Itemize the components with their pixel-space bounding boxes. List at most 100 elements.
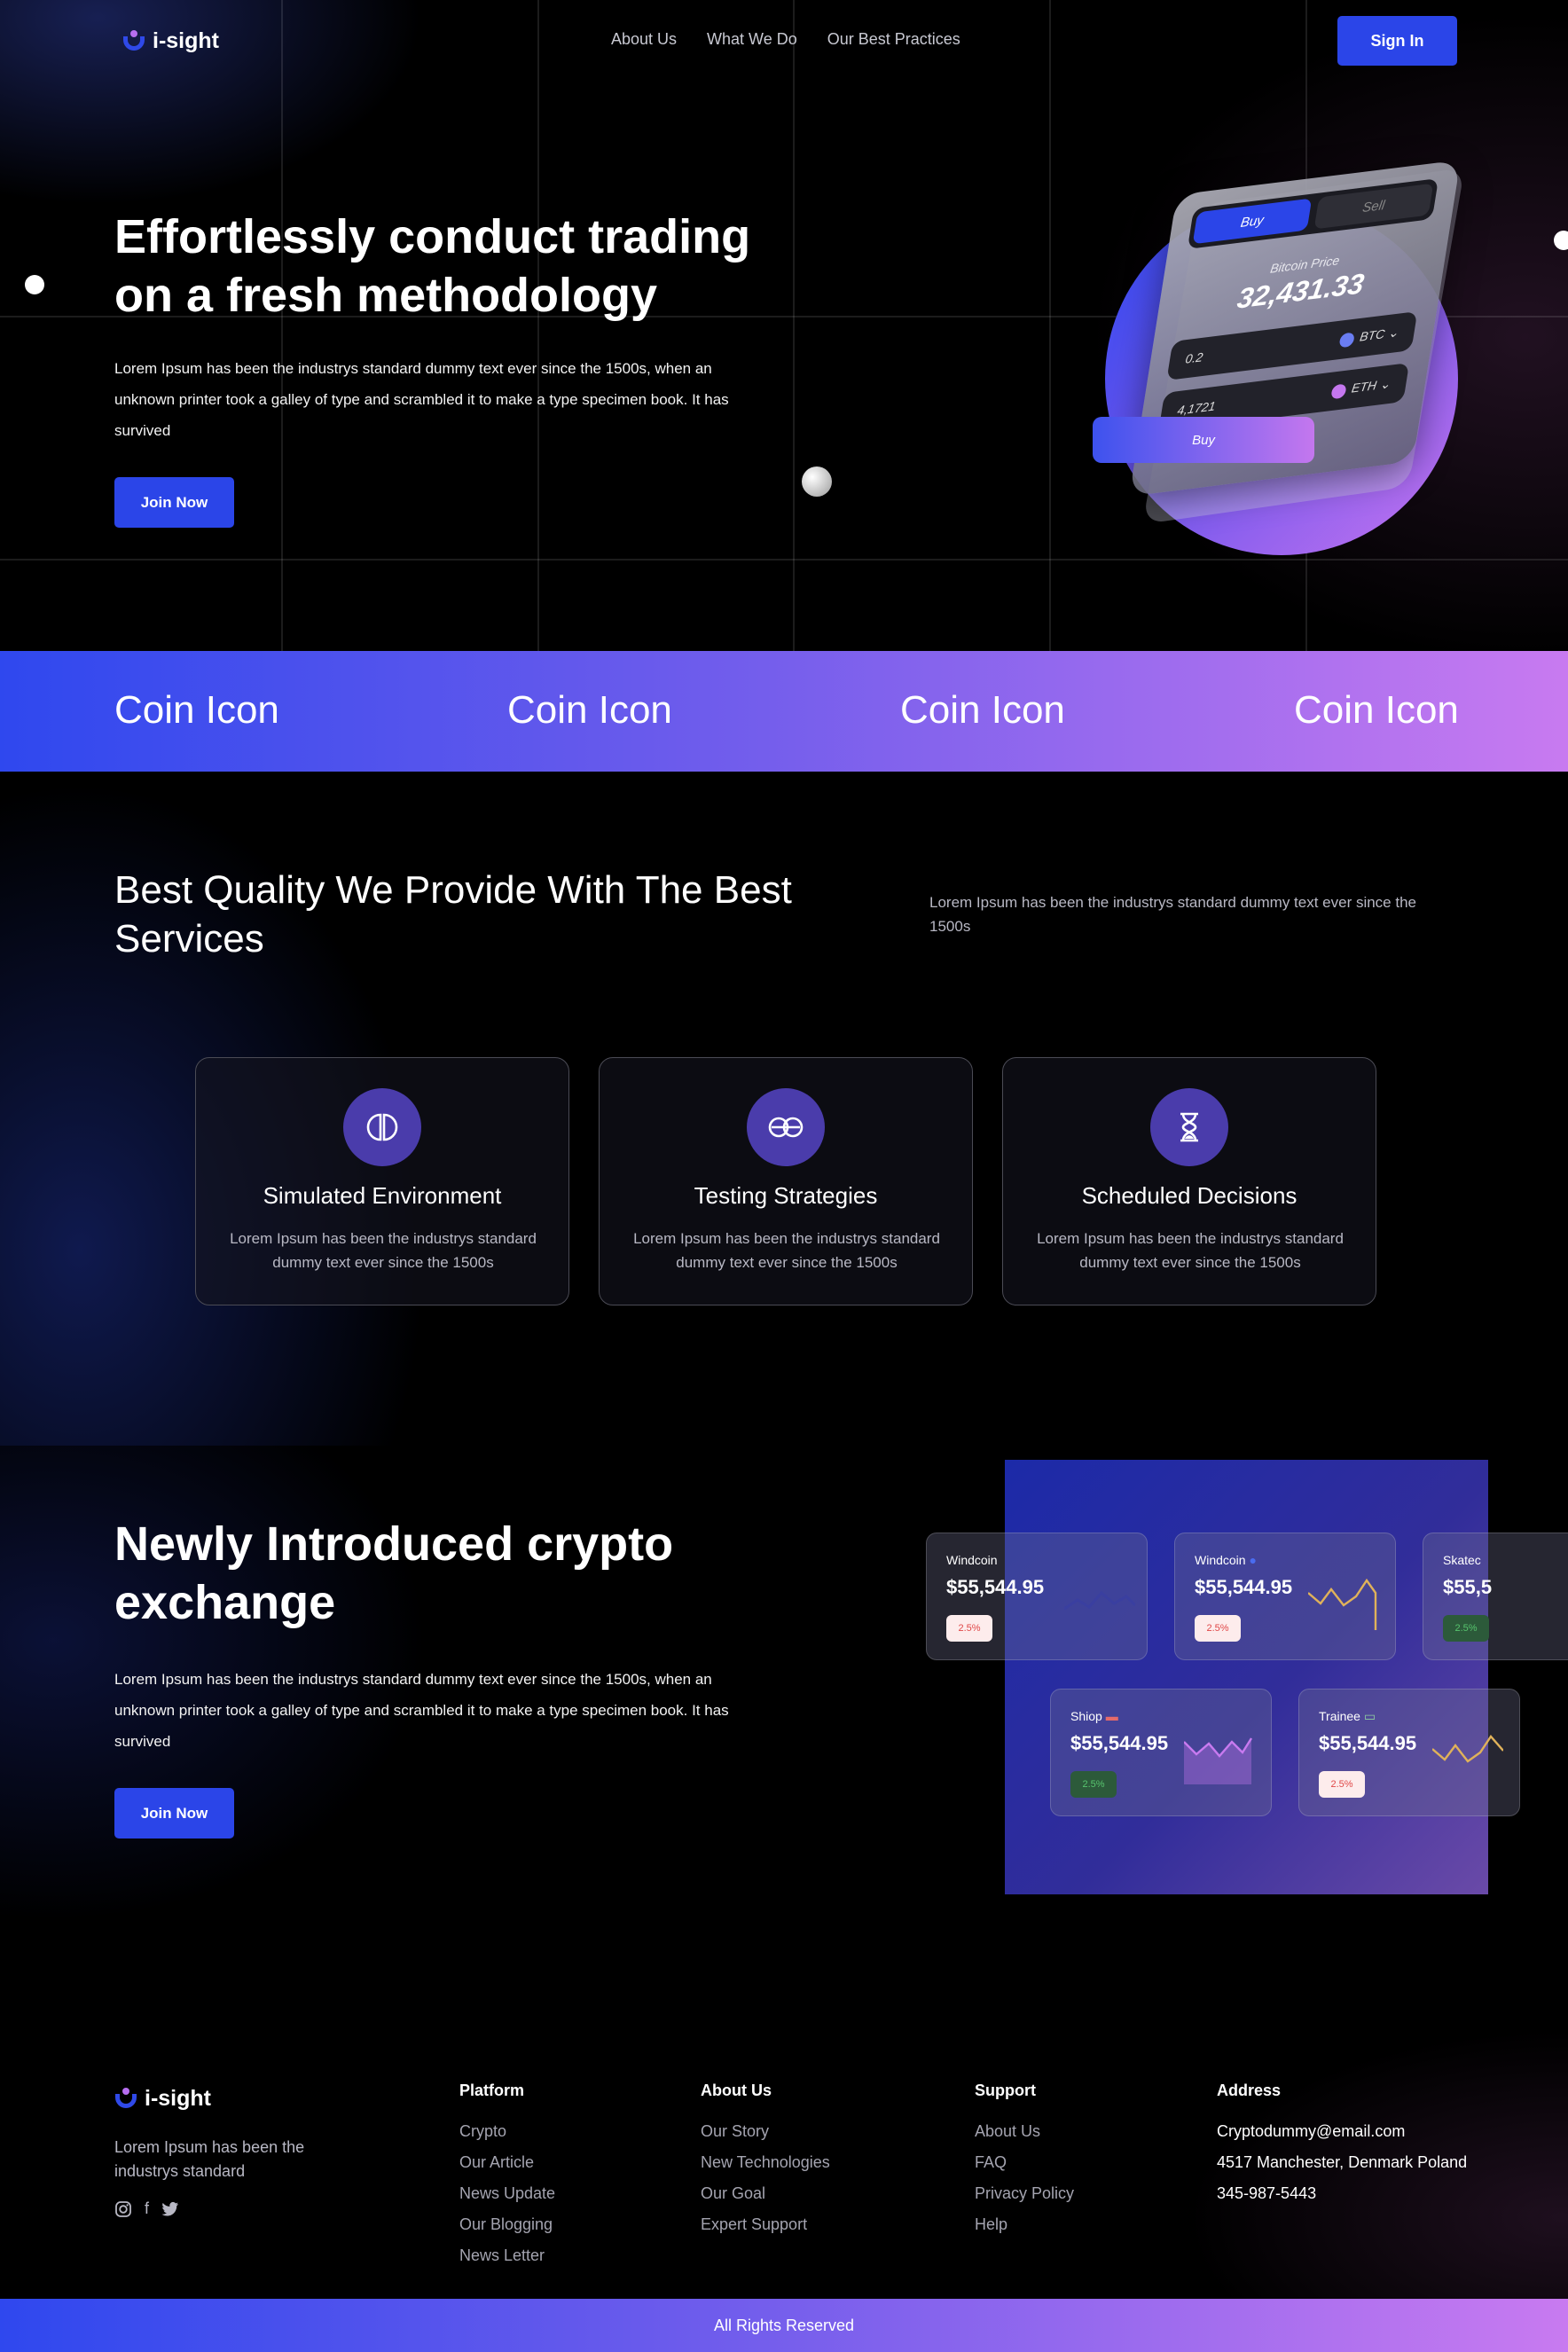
sparkline (1064, 1590, 1135, 1611)
btc-coin-icon (1338, 331, 1356, 348)
facebook-icon[interactable]: f (145, 2199, 149, 2218)
footer-brand-logo[interactable]: i-sight (114, 2086, 211, 2112)
service-card-scheduled[interactable]: Scheduled Decisions Lorem Ipsum has been… (1002, 1057, 1376, 1305)
ticker-change-badge: 2.5% (1070, 1771, 1117, 1798)
grid-line (281, 0, 283, 651)
ticker-change-badge: 2.5% (1195, 1615, 1241, 1642)
site-footer: i-sight Lorem Ipsum has been the industr… (0, 1951, 1568, 2299)
ticker-card[interactable]: Skatec $55,5 2.5% (1423, 1533, 1568, 1660)
footer-link[interactable]: Crypto (459, 2116, 555, 2147)
nav-best-practices[interactable]: Our Best Practices (827, 30, 960, 49)
join-now-button[interactable]: Join Now (114, 1788, 234, 1838)
tab-buy[interactable]: Buy (1192, 198, 1313, 245)
service-desc: Lorem Ipsum has been the industrys stand… (230, 1230, 537, 1271)
social-links: f (114, 2199, 179, 2218)
copyright-bar: All Rights Reserved (0, 2299, 1568, 2352)
ticker-name: Shiop ▬ (1070, 1709, 1118, 1723)
footer-phone[interactable]: 345-987-5443 (1217, 2178, 1467, 2209)
footer-heading-platform: Platform (459, 2082, 525, 2099)
grid-line (793, 0, 795, 651)
footer-heading-support: Support (975, 2082, 1036, 2099)
footer-link[interactable]: Our Story (701, 2116, 830, 2147)
footer-link[interactable]: Our Article (459, 2147, 555, 2178)
decor-sphere (802, 466, 832, 497)
footer-heading-about: About Us (701, 2082, 772, 2099)
main-nav: About Us What We Do Our Best Practices (611, 30, 960, 49)
decor-dot (1554, 231, 1568, 250)
chevron-down-icon: ⌄ (1386, 325, 1400, 341)
service-title: Testing Strategies (694, 1182, 878, 1209)
footer-link[interactable]: Expert Support (701, 2209, 830, 2240)
split-circle-icon (343, 1088, 421, 1166)
services-text: Lorem Ipsum has been the industrys stand… (929, 894, 1416, 935)
footer-link[interactable]: Our Goal (701, 2178, 830, 2209)
footer-link[interactable]: FAQ (975, 2147, 1074, 2178)
services-section: Best Quality We Provide With The Best Se… (0, 772, 1568, 1446)
service-title: Simulated Environment (263, 1182, 502, 1209)
logo-icon (122, 29, 145, 53)
infinity-icon (747, 1088, 825, 1166)
footer-link[interactable]: Help (975, 2209, 1074, 2240)
ticker-price: $55,544.95 (946, 1576, 1045, 1598)
footer-link[interactable]: Our Blogging (459, 2209, 555, 2240)
ticker-price: $55,544.95 (1319, 1732, 1417, 1754)
footer-tagline: Lorem Ipsum has been the industrys stand… (114, 2138, 305, 2180)
instagram-icon[interactable] (114, 2200, 132, 2218)
coin-icon-label: Coin Icon (114, 688, 279, 732)
hero-section: i-sight About Us What We Do Our Best Pra… (0, 0, 1568, 651)
nav-what-we-do[interactable]: What We Do (707, 30, 797, 49)
sign-in-button[interactable]: Sign In (1337, 16, 1457, 66)
ticker-name: Windcoin ● (1195, 1553, 1257, 1567)
eth-coin-icon (1330, 382, 1348, 399)
footer-link[interactable]: News Letter (459, 2240, 555, 2271)
footer-link[interactable]: New Technologies (701, 2147, 830, 2178)
service-title: Scheduled Decisions (1081, 1182, 1298, 1209)
footer-heading-address: Address (1217, 2082, 1282, 2099)
brand-logo[interactable]: i-sight (122, 28, 219, 54)
nav-about-us[interactable]: About Us (611, 30, 677, 49)
footer-link[interactable]: News Update (459, 2178, 555, 2209)
tab-sell[interactable]: Sell (1313, 183, 1434, 230)
exchange-title: Newly Introduced crypto exchange (114, 1517, 674, 1629)
service-card-testing[interactable]: Testing Strategies Lorem Ipsum has been … (599, 1057, 973, 1305)
twitter-icon[interactable] (161, 2201, 179, 2217)
footer-email[interactable]: Cryptodummy@email.com (1217, 2116, 1467, 2147)
footer-street: 4517 Manchester, Denmark Poland (1217, 2153, 1468, 2171)
coin-icon-label: Coin Icon (507, 688, 672, 732)
brand-name: i-sight (153, 28, 219, 53)
ticker-price: $55,5 (1443, 1576, 1493, 1598)
card-buy-button[interactable]: Buy (1093, 417, 1314, 463)
services-title: Best Quality We Provide With The Best Se… (114, 868, 792, 960)
footer-address: Cryptodummy@email.com 4517 Manchester, D… (1217, 2116, 1467, 2209)
ticker-card[interactable]: Windcoin ● $55,544.95 2.5% (1174, 1533, 1396, 1660)
eth-label: ETH (1350, 378, 1378, 396)
logo-icon (114, 2087, 137, 2111)
footer-link[interactable]: Privacy Policy (975, 2178, 1074, 2209)
coin-band: Coin Icon Coin Icon Coin Icon Coin Icon (0, 651, 1568, 772)
ticker-card[interactable]: Shiop ▬ $55,544.95 2.5% (1050, 1689, 1272, 1816)
decor-dot (25, 275, 44, 294)
sparkline (1308, 1578, 1377, 1630)
ticker-name: Windcoin (946, 1553, 998, 1567)
footer-support-links: About Us FAQ Privacy Policy Help (975, 2116, 1074, 2240)
service-desc: Lorem Ipsum has been the industrys stand… (1037, 1230, 1344, 1271)
chevron-down-icon: ⌄ (1378, 376, 1392, 393)
coin-icon-label: Coin Icon (1294, 688, 1459, 732)
service-desc: Lorem Ipsum has been the industrys stand… (633, 1230, 940, 1271)
sparkline (1432, 1735, 1503, 1763)
exchange-section: Newly Introduced crypto exchange Lorem I… (0, 1446, 1568, 1951)
hero-text: Lorem Ipsum has been the industrys stand… (114, 360, 729, 439)
ticker-panel (1005, 1460, 1488, 1894)
service-card-simulated[interactable]: Simulated Environment Lorem Ipsum has be… (195, 1057, 569, 1305)
ticker-card[interactable]: Trainee ▭ $55,544.95 2.5% (1298, 1689, 1520, 1816)
grid-line (537, 0, 539, 651)
ticker-card[interactable]: Windcoin $55,544.95 2.5% (926, 1533, 1148, 1660)
ticker-change-badge: 2.5% (946, 1615, 992, 1642)
exchange-text: Lorem Ipsum has been the industrys stand… (114, 1671, 729, 1750)
ticker-change-badge: 2.5% (1443, 1615, 1489, 1642)
ticker-name: Trainee ▭ (1319, 1709, 1376, 1723)
btc-label: BTC (1359, 326, 1386, 344)
footer-link[interactable]: About Us (975, 2116, 1074, 2147)
join-now-button[interactable]: Join Now (114, 477, 234, 528)
copyright-text: All Rights Reserved (713, 2316, 855, 2334)
